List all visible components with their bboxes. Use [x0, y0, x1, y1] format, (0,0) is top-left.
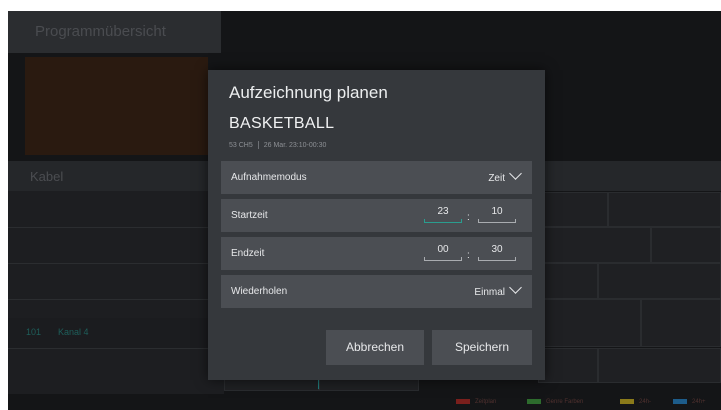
- program-meta: 53 CH5 26 Mar. 23:10-00:30: [229, 141, 326, 149]
- channel-list: [8, 191, 224, 394]
- legend-green: Genre Farben: [527, 399, 583, 408]
- blue-key-icon: [673, 399, 687, 404]
- start-time-row[interactable]: Startzeit 23 : 10: [221, 199, 532, 232]
- legend-label: 24h-: [639, 399, 652, 406]
- recording-mode-row[interactable]: Aufnahmemodus Zeit: [221, 161, 532, 194]
- schedule-recording-dialog: Aufzeichnung planen BASKETBALL 53 CH5 26 …: [208, 70, 545, 380]
- program-channel: 53 CH5: [229, 141, 253, 149]
- cancel-button[interactable]: Abbrechen: [326, 330, 424, 365]
- dialog-title: Aufzeichnung planen: [229, 83, 388, 102]
- yellow-key-icon: [620, 399, 634, 404]
- program-airtime: 26 Mar. 23:10-00:30: [263, 141, 327, 149]
- legend-yellow: 24h-: [620, 399, 651, 408]
- program-cell[interactable]: [538, 192, 608, 227]
- epg-title: Programmübersicht: [35, 23, 166, 40]
- program-cell[interactable]: [651, 227, 721, 263]
- chevron-down-icon: [509, 167, 522, 180]
- input-underline: [478, 219, 516, 223]
- save-button[interactable]: Speichern: [432, 330, 532, 365]
- channel-row[interactable]: 101 Kanal 4: [8, 318, 224, 348]
- channel-number: 101: [26, 327, 42, 337]
- repeat-value[interactable]: Einmal: [474, 281, 522, 298]
- repeat-label: Wiederholen: [231, 286, 288, 297]
- program-cell[interactable]: [598, 263, 721, 299]
- recording-mode-label: Aufnahmemodus: [231, 172, 307, 183]
- end-time-label: Endzeit: [231, 248, 265, 259]
- meta-divider: [257, 141, 259, 149]
- end-time-row[interactable]: Endzeit 00 : 30: [221, 237, 532, 270]
- legend-red: Zeitplan: [456, 399, 496, 408]
- legend-label: 24h+: [692, 399, 706, 406]
- program-cell[interactable]: [538, 348, 598, 383]
- tv-screen: Programmübersicht Kabel 101 Kanal 4 Zeit…: [8, 11, 721, 410]
- input-underline: [424, 219, 462, 223]
- red-key-icon: [456, 399, 470, 404]
- start-hour-field[interactable]: 23: [424, 206, 462, 224]
- repeat-row[interactable]: Wiederholen Einmal: [221, 275, 532, 308]
- legend-label: Zeitplan: [475, 399, 497, 406]
- program-name: BASKETBALL: [229, 115, 335, 132]
- recording-mode-value[interactable]: Zeit: [488, 167, 522, 184]
- program-cell[interactable]: [598, 348, 721, 383]
- program-cell[interactable]: [538, 299, 641, 347]
- input-underline: [424, 257, 462, 261]
- program-cell[interactable]: [608, 192, 721, 227]
- time-separator: :: [467, 212, 470, 223]
- start-minute-field[interactable]: 10: [478, 206, 516, 224]
- end-minute-field[interactable]: 30: [478, 244, 516, 262]
- video-preview: [25, 57, 208, 155]
- time-separator: :: [467, 250, 470, 261]
- start-time-label: Startzeit: [231, 210, 268, 221]
- program-cell[interactable]: [641, 299, 721, 347]
- end-hour-field[interactable]: 00: [424, 244, 462, 262]
- channel-name: Kanal 4: [58, 327, 89, 337]
- chevron-down-icon: [509, 281, 522, 294]
- legend-blue: 24h+: [673, 399, 706, 408]
- channel-group-label: Kabel: [30, 169, 64, 184]
- legend-label: Genre Farben: [546, 399, 584, 406]
- epg-header: Programmübersicht: [8, 11, 221, 53]
- green-key-icon: [527, 399, 541, 404]
- program-cell[interactable]: [538, 263, 598, 299]
- input-underline: [478, 257, 516, 261]
- program-cell[interactable]: [538, 227, 651, 263]
